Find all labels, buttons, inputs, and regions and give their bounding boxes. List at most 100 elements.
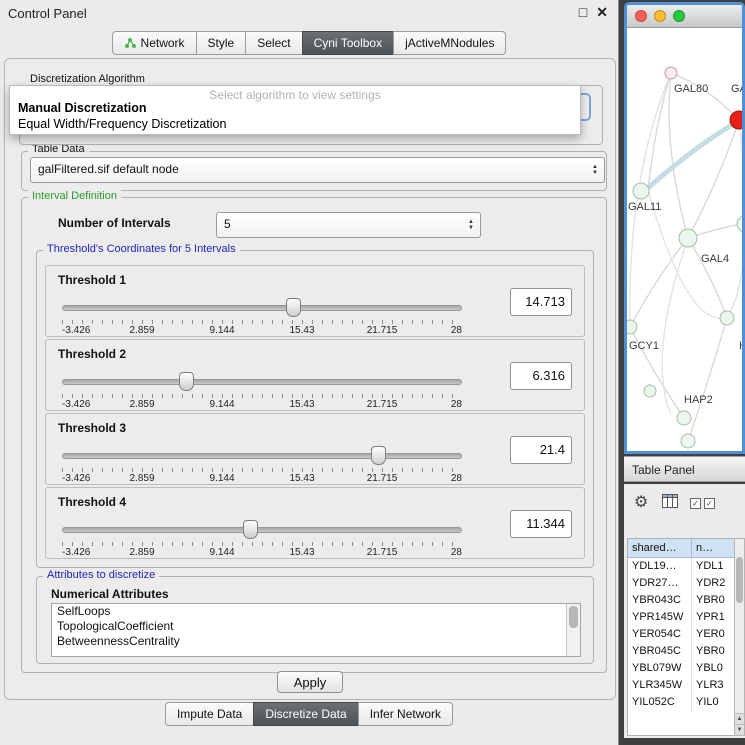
network-view-window[interactable]: GAL80GAGAL11GAL4GCY1HHAP2	[624, 2, 745, 454]
slider-thumb[interactable]	[371, 446, 386, 465]
table-cell: YPR145W	[628, 609, 692, 626]
checkbox-icon[interactable]: ✓	[704, 498, 715, 509]
threshold-label: Threshold 4	[58, 495, 126, 509]
network-node[interactable]	[644, 385, 656, 397]
tab-network[interactable]: Network	[112, 31, 197, 55]
threshold-slider[interactable]: -3.4262.8599.14415.4321.71528	[62, 446, 462, 480]
network-edge[interactable]	[688, 318, 727, 441]
network-canvas[interactable]: GAL80GAGAL11GAL4GCY1HHAP2	[627, 28, 742, 452]
threshold-value[interactable]: 6.316	[510, 362, 572, 390]
table-cell: YDR2	[692, 575, 737, 592]
float-window-icon[interactable]: □	[579, 4, 587, 21]
group-title: Interval Definition	[28, 190, 121, 202]
slider-thumb[interactable]	[243, 520, 258, 539]
network-node[interactable]	[681, 434, 695, 448]
tick-labels: -3.4262.8599.14415.4321.71528	[62, 399, 462, 411]
bottom-tab-bar: Impute Data Discretize Data Infer Networ…	[0, 702, 618, 726]
network-window-titlebar[interactable]	[627, 5, 742, 28]
threshold-slider[interactable]: -3.4262.8599.14415.4321.71528	[62, 520, 462, 554]
table-row[interactable]: YLR345WYLR3	[628, 677, 736, 694]
tick-label: 9.144	[209, 473, 234, 484]
network-node-label: H	[739, 340, 742, 352]
columns-icon[interactable]	[662, 494, 678, 508]
slider-thumb[interactable]	[286, 298, 301, 317]
close-icon[interactable]: ✕	[596, 4, 608, 21]
table-row[interactable]: YBR043CYBR0	[628, 592, 736, 609]
network-node[interactable]	[633, 183, 649, 199]
apply-button[interactable]: Apply	[277, 671, 343, 693]
table-row[interactable]: YBL079WYBL0	[628, 660, 736, 677]
column-header-name[interactable]: n…	[692, 539, 737, 558]
network-node-label: GA	[731, 83, 742, 95]
network-node[interactable]	[737, 216, 742, 232]
network-graph: GAL80GAGAL11GAL4GCY1HHAP2	[627, 28, 742, 452]
threshold-value[interactable]: 11.344	[510, 510, 572, 538]
network-node[interactable]	[677, 411, 691, 425]
table-cell: YPR1	[692, 609, 737, 626]
dropdown-option-equal-width[interactable]: Equal Width/Frequency Discretization	[18, 117, 226, 131]
tick-label: 9.144	[209, 399, 234, 410]
tab-infer-network[interactable]: Infer Network	[358, 702, 453, 726]
network-node-label: HAP2	[684, 394, 713, 406]
table-row[interactable]: YDL19…YDL1	[628, 558, 736, 575]
network-node[interactable]	[627, 320, 637, 334]
close-traffic-light-icon[interactable]	[635, 10, 647, 22]
tick-label: -3.426	[62, 547, 90, 558]
zoom-traffic-light-icon[interactable]	[673, 10, 685, 22]
gear-icon[interactable]: ⚙	[634, 492, 648, 512]
table-row[interactable]: YIL052CYIL0	[628, 694, 736, 711]
attributes-group: Attributes to discretize Numerical Attri…	[36, 576, 594, 664]
table-panel-header[interactable]: Table Panel	[624, 456, 745, 482]
tab-style[interactable]: Style	[196, 31, 247, 55]
slider-thumb[interactable]	[179, 372, 194, 391]
dropdown-option-manual[interactable]: Manual Discretization	[18, 101, 147, 115]
threshold-value[interactable]: 21.4	[510, 436, 572, 464]
slider-ticks	[62, 394, 462, 398]
checkbox-icon[interactable]: ✓	[690, 498, 701, 509]
table-row[interactable]: YDR27…YDR2	[628, 575, 736, 592]
tick-label: 2.859	[129, 547, 154, 558]
threshold-slider[interactable]: -3.4262.8599.14415.4321.71528	[62, 298, 462, 332]
minimize-traffic-light-icon[interactable]	[654, 10, 666, 22]
tab-jactivemnodules[interactable]: jActiveMNodules	[393, 31, 506, 55]
threshold-slider[interactable]: -3.4262.8599.14415.4321.71528	[62, 372, 462, 406]
network-edge[interactable]	[662, 238, 688, 415]
table-data-combo[interactable]: galFiltered.sif default node ▲▼	[30, 157, 605, 183]
network-edge[interactable]	[630, 238, 688, 327]
network-edge[interactable]	[671, 73, 739, 120]
scroll-up-icon[interactable]: ▲	[735, 713, 744, 724]
network-node[interactable]	[679, 229, 697, 247]
table-row[interactable]: YER054CYER0	[628, 626, 736, 643]
attributes-list[interactable]: SelfLoopsTopologicalCoefficientBetweenne…	[51, 603, 581, 657]
attribute-list-item[interactable]: TopologicalCoefficient	[52, 619, 580, 634]
table-row[interactable]: YBR045CYBR0	[628, 643, 736, 660]
tick-label: 21.715	[367, 547, 398, 558]
tick-label: 2.859	[129, 473, 154, 484]
network-node[interactable]	[720, 311, 734, 325]
list-scrollbar-thumb[interactable]	[569, 606, 578, 628]
control-panel-titlebar[interactable]: Control Panel □ ✕	[0, 0, 618, 28]
attribute-list-item[interactable]: SelfLoops	[52, 604, 580, 619]
number-of-intervals-combo[interactable]: 5 ▲▼	[216, 212, 481, 238]
tab-discretize-data[interactable]: Discretize Data	[253, 702, 358, 726]
table-cell: YER0	[692, 626, 737, 643]
network-edge[interactable]	[641, 122, 737, 194]
tab-select[interactable]: Select	[245, 31, 302, 55]
table-cell: YLR3	[692, 677, 737, 694]
list-scrollbar[interactable]	[566, 604, 580, 656]
network-node[interactable]	[665, 67, 677, 79]
network-edge[interactable]	[688, 238, 727, 318]
table-row[interactable]: YPR145WYPR1	[628, 609, 736, 626]
tab-impute-data[interactable]: Impute Data	[165, 702, 254, 726]
column-header-shared-name[interactable]: shared…	[628, 539, 692, 558]
tab-cyni-toolbox[interactable]: Cyni Toolbox	[302, 31, 394, 55]
tick-label: 28	[451, 399, 462, 410]
table-scrollbar[interactable]: ▲ ▼	[734, 538, 745, 736]
table-scrollbar-thumb[interactable]	[736, 557, 743, 603]
number-of-intervals-label: Number of Intervals	[58, 216, 171, 230]
table-cell: YDL1	[692, 558, 737, 575]
attribute-list-item[interactable]: BetweennessCentrality	[52, 634, 580, 649]
scroll-down-icon[interactable]: ▼	[735, 724, 744, 735]
threshold-value[interactable]: 14.713	[510, 288, 572, 316]
tab-label: jActiveMNodules	[405, 36, 494, 50]
